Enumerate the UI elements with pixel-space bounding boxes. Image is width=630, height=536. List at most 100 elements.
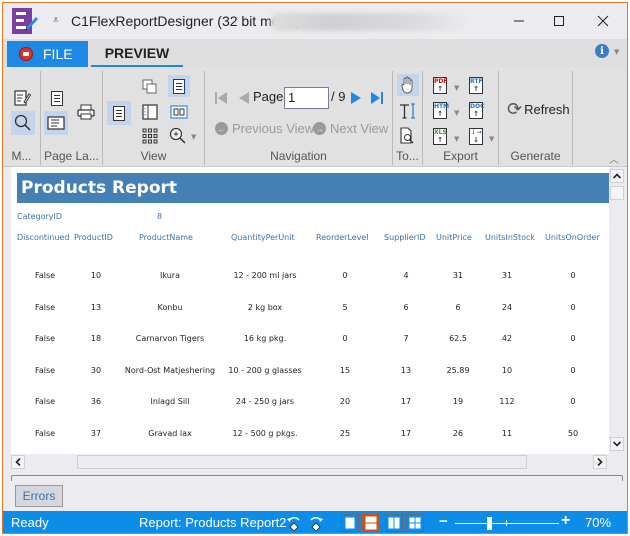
page-landscape-icon [47,116,65,130]
table-cell: 24 - 250 g jars [235,397,295,407]
current-report-label: Report: Products Report2 [139,515,287,530]
landscape-button[interactable] [44,111,68,135]
table-cell: 25.89 [446,365,470,375]
errors-tab[interactable]: Errors [15,485,63,507]
multi-page-button[interactable] [139,76,161,98]
hand-tool-button[interactable] [397,74,419,96]
previous-view-icon: ← [215,122,228,135]
next-view-label: Next View [330,121,389,136]
export-html-dropdown-icon[interactable]: ▼ [454,109,459,117]
view-single-page-button[interactable] [341,514,359,532]
zoom-in-button[interactable]: + [561,512,570,530]
info-dropdown-caret-icon[interactable]: ▼ [614,48,619,56]
page-portrait-icon [51,90,63,106]
table-cell: 11 [501,429,513,438]
column-header: QuantityPerUnit [231,233,295,242]
title-bar: ⩡ C1FlexReportDesigner (32 bit mode) [3,3,627,39]
portrait-button[interactable] [46,87,68,109]
table-cell: 26 [452,429,464,438]
pdf-file-icon: PDF ↑ [433,76,448,94]
table-cell: 112 [499,397,515,407]
table-cell: 17 [400,429,412,438]
export-xls-dropdown-icon[interactable]: ▼ [454,135,459,143]
single-page-button[interactable] [107,101,131,125]
table-cell: 42 [501,334,513,344]
continuous-view-button[interactable] [168,75,190,97]
refresh-button[interactable]: ⟳ Refresh [507,99,570,120]
multi-page-view-icon [409,517,421,529]
quick-access-toolbar-button[interactable]: ⩡ [53,15,59,26]
scroll-down-button[interactable] [610,437,624,451]
maximize-button[interactable] [539,7,579,35]
table-cell: Konbu [157,302,183,312]
export-pdf-dropdown-icon[interactable]: ▼ [454,84,459,92]
export-xls-button[interactable]: XLS ↑ [429,125,451,147]
ribbon-group-export: PDF ↑ ▼ RTF ↑ HTM ↑ ▼ DOC ↑ XLS ↑ ▼ ⋮→ ↓ ▼ Exp… [423,71,499,165]
vertical-scroll-thumb[interactable] [610,186,624,200]
two-page-button[interactable] [168,101,190,123]
file-menu-icon [19,47,33,61]
horizontal-scroll-thumb[interactable] [77,455,527,469]
page-total: / 9 [331,89,346,104]
preview-mode-button[interactable] [11,111,35,135]
table-cell: 30 [90,365,102,375]
first-page-icon[interactable] [215,92,227,104]
export-pdf-button[interactable]: PDF ↑ [429,74,451,96]
table-cell: 6 [403,302,409,312]
report-preview-pane: Products Report CategoryID 8 Discontinue… [11,167,609,454]
table-cell: False [34,365,56,375]
export-other-button[interactable]: ⋮→ ↓ [465,125,487,147]
minimize-button[interactable] [499,7,539,35]
export-rtf-button[interactable]: RTF ↑ [465,74,487,96]
view-multi-page-button[interactable] [406,514,424,532]
tab-preview[interactable]: PREVIEW [91,41,183,67]
column-header: SupplierID [384,233,426,242]
outline-button[interactable] [139,101,161,123]
vertical-scrollbar[interactable] [609,167,625,454]
zoom-dropdown-caret-icon[interactable]: ▼ [191,133,196,141]
zoom-slider-track[interactable] [455,523,559,524]
previous-page-icon[interactable] [239,92,249,104]
print-button[interactable] [75,101,97,123]
close-button[interactable] [583,7,623,35]
next-page-icon[interactable] [351,92,361,104]
category-id-value: 8 [157,212,163,221]
rotate-left-button[interactable] [285,514,303,532]
column-header: UnitPrice [436,233,472,242]
column-header: ProductID [74,233,113,242]
export-html-button[interactable]: HTM ↑ [429,99,451,121]
find-icon [400,127,414,144]
table-cell: False [34,429,56,438]
table-cell: Inlagd Sill [150,397,190,407]
tab-file[interactable]: FILE [7,41,88,67]
scroll-up-button[interactable] [610,169,624,183]
zoom-out-button[interactable]: − [439,513,448,530]
last-page-icon[interactable] [371,92,383,104]
table-cell: 0 [570,365,576,375]
rotate-right-button[interactable] [307,514,325,532]
info-icon[interactable]: i [595,44,609,58]
horizontal-scrollbar[interactable] [11,454,609,470]
previous-view-button[interactable]: ← Previous View [215,121,314,136]
export-other-dropdown-icon[interactable]: ▼ [489,135,494,143]
thumbnails-button[interactable] [139,125,161,147]
edit-report-button[interactable] [11,87,33,109]
page-number-input[interactable]: 1 [284,87,329,109]
scroll-right-button[interactable] [593,455,607,469]
next-view-button[interactable]: → Next View [313,121,388,136]
chevron-up-icon [613,173,621,179]
collapse-ribbon-icon[interactable]: ︿ [609,151,619,166]
find-button[interactable] [397,125,419,147]
zoom-button[interactable] [167,125,189,147]
status-bar: Ready Report: Products Report2 − + 70% [3,511,627,533]
window-title: C1FlexReportDesigner (32 bit mode) [71,13,300,29]
table-cell: 24 [501,302,513,312]
status-text: Ready [11,515,49,530]
table-cell: 0 [570,271,576,280]
scroll-left-button[interactable] [11,455,25,469]
text-select-button[interactable] [397,100,419,122]
view-facing-pages-button[interactable] [385,514,403,532]
zoom-slider-thumb[interactable] [487,517,492,530]
export-doc-button[interactable]: DOC ↑ [465,99,487,121]
view-continuous-button[interactable] [362,514,380,532]
